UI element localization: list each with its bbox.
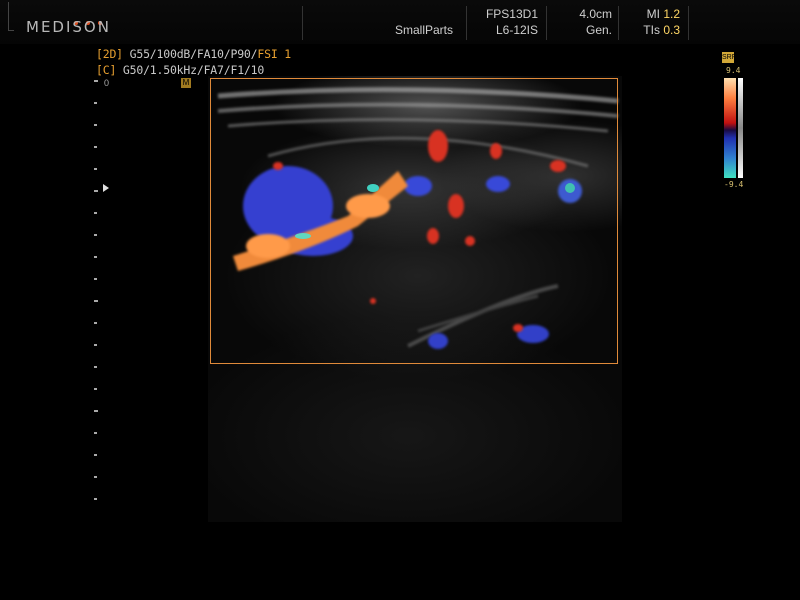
depth-tick xyxy=(94,190,98,192)
probe-line-1: FPS13D1 xyxy=(485,7,538,21)
colorbar-bottom-value: -9.4 xyxy=(724,180,744,189)
header-separator xyxy=(546,6,547,40)
depth-tick xyxy=(94,498,97,500)
depth-value: 4.0cm xyxy=(579,7,612,21)
focus-marker-icon[interactable] xyxy=(103,184,109,192)
color-velocity-bar xyxy=(724,78,736,178)
depth-scale xyxy=(94,80,100,520)
depth-tick xyxy=(94,344,97,346)
depth-tick xyxy=(94,168,97,170)
colorbar-badge-icon: SRF xyxy=(722,52,736,63)
param-color-text: G50/1.50kHz/FA7/F1/10 xyxy=(116,63,265,77)
header-separator xyxy=(302,6,303,40)
depth-tick xyxy=(94,80,98,82)
colorbar-top-value: 9.4 xyxy=(726,66,741,75)
depth-tick xyxy=(94,234,97,236)
tis-label: TIs xyxy=(643,23,660,37)
param-row-2d: [2D] G55/100dB/FA10/P90/FSI 1 xyxy=(96,47,291,61)
param-color-tag: [C] xyxy=(96,63,117,77)
depth-tick xyxy=(94,410,98,412)
depth-tick xyxy=(94,454,97,456)
depth-tick xyxy=(94,146,97,148)
preset-label: SmallParts xyxy=(395,23,454,37)
depth-tick xyxy=(94,256,97,258)
tis-row: TIs 0.3 xyxy=(630,22,680,38)
color-doppler-roi-box[interactable] xyxy=(210,78,618,364)
param-2d-tag: [2D] xyxy=(96,47,123,61)
depth-tick xyxy=(94,366,97,368)
depth-tick xyxy=(94,278,97,280)
param-2d-text: G55/100dB/FA10/P90/ xyxy=(122,47,258,61)
depth-tick xyxy=(94,212,97,214)
depth-tick xyxy=(94,300,98,302)
depth-tick xyxy=(94,124,97,126)
probe-line-2: L6-12IS xyxy=(495,23,538,37)
m-marker-icon: M xyxy=(181,78,191,88)
param-fsi: FSI 1 xyxy=(257,47,292,61)
depth-tick xyxy=(94,432,97,434)
depth-zero-label: 0 xyxy=(104,78,110,88)
depth-info: 4.0cm Gen. xyxy=(556,6,612,38)
depth-mode: Gen. xyxy=(585,23,612,37)
mi-label: MI xyxy=(646,7,660,21)
header-separator xyxy=(618,6,619,40)
probe-info: FPS13D1 L6-12IS xyxy=(480,6,538,38)
safety-indices: MI 1.2 TIs 0.3 xyxy=(630,6,680,38)
mi-value: 1.2 xyxy=(663,7,680,21)
header-separator xyxy=(688,6,689,40)
depth-tick xyxy=(94,476,97,478)
brand-logo: MEDISON xyxy=(26,18,111,36)
tis-value: 0.3 xyxy=(663,23,680,37)
grayscale-bar xyxy=(738,78,743,178)
header-separator xyxy=(466,6,467,40)
depth-tick xyxy=(94,322,97,324)
depth-tick xyxy=(94,102,97,104)
param-row-color: [C] G50/1.50kHz/FA7/F1/10 xyxy=(96,63,264,77)
depth-tick xyxy=(94,388,97,390)
header-tab-marker xyxy=(8,2,14,31)
header-bar: MEDISON SmallParts FPS13D1 L6-12IS 4.0cm… xyxy=(0,0,800,44)
mi-row: MI 1.2 xyxy=(630,6,680,22)
